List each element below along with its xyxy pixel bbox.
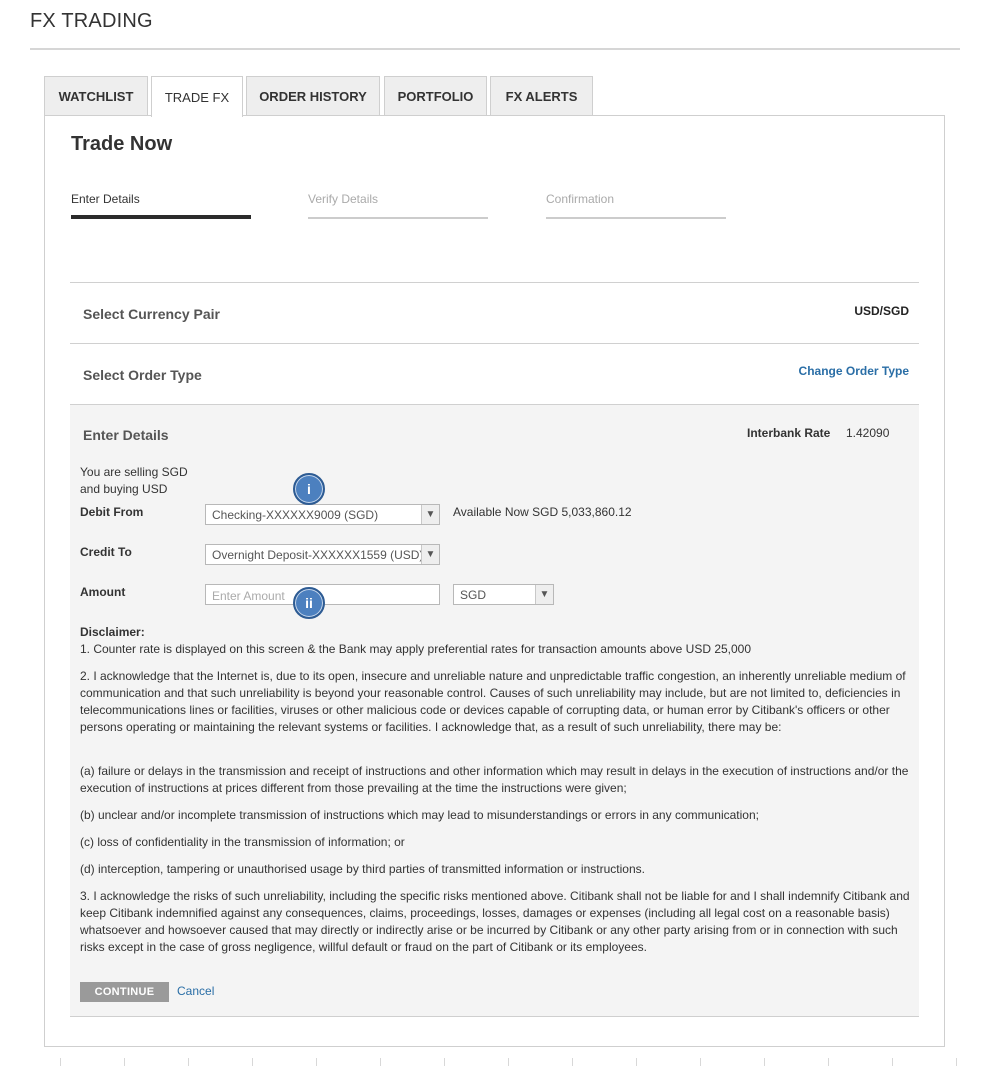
tick-mark xyxy=(252,1058,253,1066)
tick-mark xyxy=(316,1058,317,1066)
disclaimer-point-b: (b) unclear and/or incomplete transmissi… xyxy=(80,808,759,822)
step-verify-details: Verify Details xyxy=(308,192,488,219)
interbank-rate-label: Interbank Rate xyxy=(747,426,831,440)
change-order-type-link[interactable]: Change Order Type xyxy=(799,364,909,378)
step-progress-bar xyxy=(308,217,488,219)
disclaimer-point-3: 3. I acknowledge the risks of such unrel… xyxy=(80,889,910,954)
step-confirmation: Confirmation xyxy=(546,192,726,219)
info-badge-ii: ii xyxy=(293,587,325,619)
selling-info-line1: You are selling SGD xyxy=(80,465,188,479)
tab-trade-fx[interactable]: TRADE FX xyxy=(151,76,243,117)
step-progress-bar xyxy=(71,215,251,219)
amount-label: Amount xyxy=(80,585,126,599)
tick-mark xyxy=(572,1058,573,1066)
tab-watchlist[interactable]: WATCHLIST xyxy=(44,76,148,116)
step-progress-bar xyxy=(546,217,726,219)
title-divider xyxy=(30,48,960,50)
tab-order-history[interactable]: ORDER HISTORY xyxy=(246,76,380,116)
currency-pair-label: Select Currency Pair xyxy=(83,306,220,322)
currency-value: SGD xyxy=(460,588,487,602)
tick-mark xyxy=(60,1058,61,1066)
step-label: Confirmation xyxy=(546,192,615,206)
order-type-label: Select Order Type xyxy=(83,367,202,383)
caret-down-icon: ▼ xyxy=(535,585,553,604)
disclaimer-point-2: 2. I acknowledge that the Internet is, d… xyxy=(80,669,906,734)
tick-mark xyxy=(124,1058,125,1066)
tick-mark xyxy=(444,1058,445,1066)
tick-mark xyxy=(956,1058,957,1066)
step-label: Enter Details xyxy=(71,192,140,206)
bottom-tick-marks xyxy=(44,1058,957,1067)
tick-mark xyxy=(188,1058,189,1066)
disclaimer-point-c: (c) loss of confidentiality in the trans… xyxy=(80,835,405,849)
tick-mark xyxy=(892,1058,893,1066)
order-type-row: Select Order Type Change Order Type xyxy=(70,343,919,404)
tick-mark xyxy=(636,1058,637,1066)
credit-to-select[interactable]: Overnight Deposit-XXXXXX1559 (USD) ▼ xyxy=(205,544,440,565)
step-enter-details: Enter Details xyxy=(71,192,251,219)
debit-from-value: Checking-XXXXXX9009 (SGD) xyxy=(212,508,379,522)
disclaimer-point-1: 1. Counter rate is displayed on this scr… xyxy=(80,642,752,656)
enter-details-section: Enter Details Interbank Rate 1.42090 You… xyxy=(70,404,919,1017)
trade-panel: Trade Now Enter Details Verify Details C… xyxy=(44,115,945,1047)
tick-mark xyxy=(508,1058,509,1066)
enter-details-label: Enter Details xyxy=(83,427,169,443)
tab-fx-alerts[interactable]: FX ALERTS xyxy=(490,76,593,116)
available-balance: Available Now SGD 5,033,860.12 xyxy=(453,505,632,519)
credit-to-value: Overnight Deposit-XXXXXX1559 (USD) xyxy=(212,548,424,562)
debit-from-select[interactable]: Checking-XXXXXX9009 (SGD) ▼ xyxy=(205,504,440,525)
currency-pair-row[interactable]: Select Currency Pair USD/SGD xyxy=(70,282,919,343)
tick-mark xyxy=(828,1058,829,1066)
disclaimer-heading: Disclaimer: xyxy=(80,625,145,639)
interbank-rate-value: 1.42090 xyxy=(846,426,890,440)
disclaimer-point-d: (d) interception, tampering or unauthori… xyxy=(80,862,645,876)
tick-mark xyxy=(700,1058,701,1066)
cancel-link[interactable]: Cancel xyxy=(177,984,214,998)
currency-select[interactable]: SGD ▼ xyxy=(453,584,554,605)
debit-from-label: Debit From xyxy=(80,505,144,519)
credit-to-label: Credit To xyxy=(80,545,132,559)
caret-down-icon: ▼ xyxy=(421,545,439,564)
continue-button[interactable]: CONTINUE xyxy=(80,982,169,1002)
panel-title: Trade Now xyxy=(71,133,173,155)
tick-mark xyxy=(764,1058,765,1066)
step-label: Verify Details xyxy=(308,192,379,206)
currency-pair-value: USD/SGD xyxy=(854,304,909,318)
app-title: FX TRADING xyxy=(30,10,153,32)
tab-portfolio[interactable]: PORTFOLIO xyxy=(384,76,487,116)
info-badge-i: i xyxy=(293,473,325,505)
tick-mark xyxy=(380,1058,381,1066)
caret-down-icon: ▼ xyxy=(421,505,439,524)
selling-info-line2: and buying USD xyxy=(80,482,168,496)
disclaimer-point-a: (a) failure or delays in the transmissio… xyxy=(80,764,909,795)
